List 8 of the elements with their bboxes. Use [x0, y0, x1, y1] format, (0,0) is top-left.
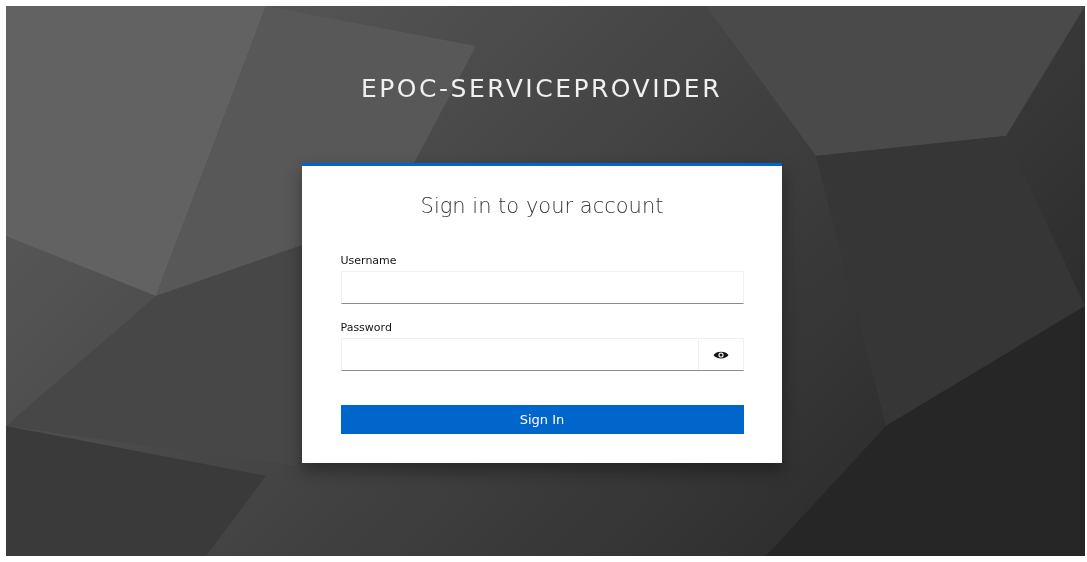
eye-icon [712, 349, 729, 360]
field-label: Password [340, 321, 392, 334]
sign-in-button[interactable]: Sign In [340, 405, 744, 434]
realm-title: EPOC-SERVICEPROVIDER [361, 74, 722, 103]
username-field[interactable] [340, 271, 744, 304]
field-label: Username [340, 254, 397, 267]
card-heading: Sign in to your account [419, 194, 665, 218]
password-field[interactable] [340, 338, 744, 371]
